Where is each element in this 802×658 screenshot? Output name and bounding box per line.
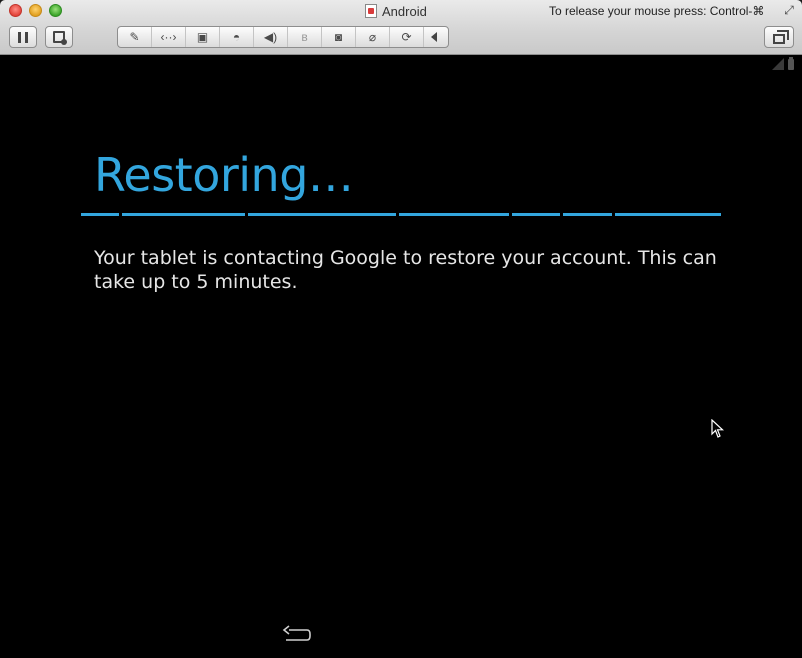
camera-button[interactable]: ◙ (322, 27, 356, 47)
divider-segment (615, 213, 721, 216)
minimize-window-button[interactable] (29, 4, 42, 17)
signal-icon (772, 58, 784, 70)
divider-segment (81, 213, 119, 216)
unity-view-button[interactable] (764, 26, 794, 48)
release-mouse-hint: To release your mouse press: Control-⌘ (549, 4, 765, 18)
shared-folder-icon: ⟳ (401, 30, 412, 44)
hard-disk-button[interactable]: ▣ (186, 27, 220, 47)
sound-button[interactable]: ◀) (254, 27, 288, 47)
restore-message: Your tablet is contacting Google to rest… (94, 247, 717, 293)
divider-segment (562, 213, 613, 216)
status-bar (772, 56, 794, 70)
collapse-toolbar-button[interactable] (424, 27, 444, 47)
android-screen[interactable]: Restoring… Your tablet is contacting Goo… (0, 56, 802, 658)
vm-document-icon (365, 4, 377, 18)
bluetooth-button[interactable]: ʙ (288, 27, 322, 47)
unity-icon (773, 30, 789, 44)
window-title: Android (365, 2, 427, 20)
divider-segment (121, 213, 246, 216)
chevron-left-icon (431, 32, 437, 42)
battery-icon (788, 56, 794, 70)
camera-icon: ◙ (334, 30, 343, 44)
network-button[interactable]: ‹··› (152, 27, 186, 47)
disk-icon: ▣ (196, 30, 209, 44)
pause-button[interactable] (9, 26, 37, 48)
network-icon: ‹··› (160, 30, 177, 44)
usb-icon: ⌀ (368, 30, 377, 44)
settings-button[interactable]: ✎ (118, 27, 152, 47)
snapshot-icon (53, 31, 67, 45)
zoom-window-button[interactable] (49, 4, 62, 17)
cd-icon: ◓ (232, 30, 241, 44)
mouse-pointer-icon (711, 419, 725, 438)
vm-window: Android To release your mouse press: Con… (0, 0, 802, 658)
shared-folders-button[interactable]: ⟳ (390, 27, 424, 47)
back-button[interactable] (281, 624, 313, 646)
divider-segment (399, 213, 509, 216)
fullscreen-icon[interactable]: ⤢ (782, 3, 796, 17)
wrench-icon: ✎ (129, 30, 140, 44)
usb-button[interactable]: ⌀ (356, 27, 390, 47)
bluetooth-icon: ʙ (301, 30, 308, 44)
title-bar: Android To release your mouse press: Con… (0, 0, 802, 55)
sound-icon: ◀) (263, 30, 278, 44)
close-window-button[interactable] (9, 4, 22, 17)
device-toolbar: ✎ ‹··› ▣ ◓ ◀) ʙ ◙ ⌀ ⟳ (117, 26, 449, 48)
page-title: Restoring… (94, 148, 354, 202)
window-title-text: Android (382, 3, 427, 19)
snapshot-button[interactable] (45, 26, 73, 48)
divider-segment (511, 213, 560, 216)
cd-dvd-button[interactable]: ◓ (220, 27, 254, 47)
progress-divider (81, 213, 721, 217)
divider-segment (248, 213, 397, 216)
pause-icon (18, 31, 28, 43)
